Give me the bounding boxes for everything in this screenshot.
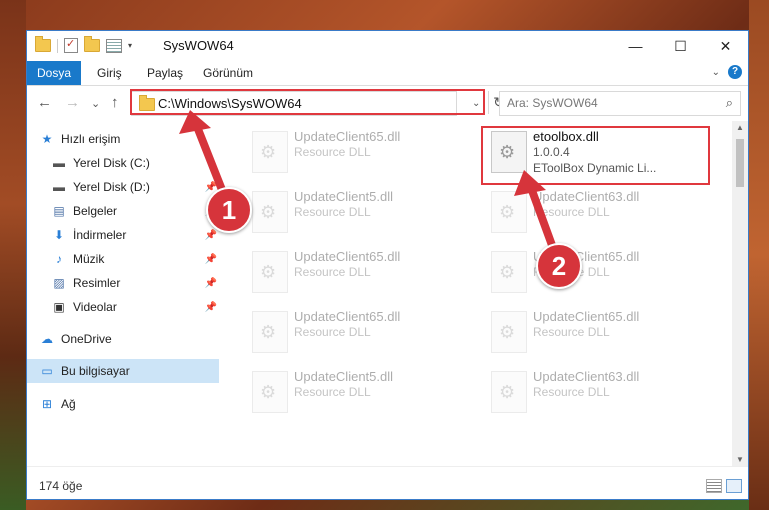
callout-arrows <box>179 110 557 252</box>
callout-1: 1 <box>206 187 252 233</box>
arrow-2-shaft <box>526 181 557 252</box>
callout-2: 2 <box>536 243 582 289</box>
arrow-1-head <box>179 110 211 134</box>
arrow-2-head <box>514 170 546 196</box>
